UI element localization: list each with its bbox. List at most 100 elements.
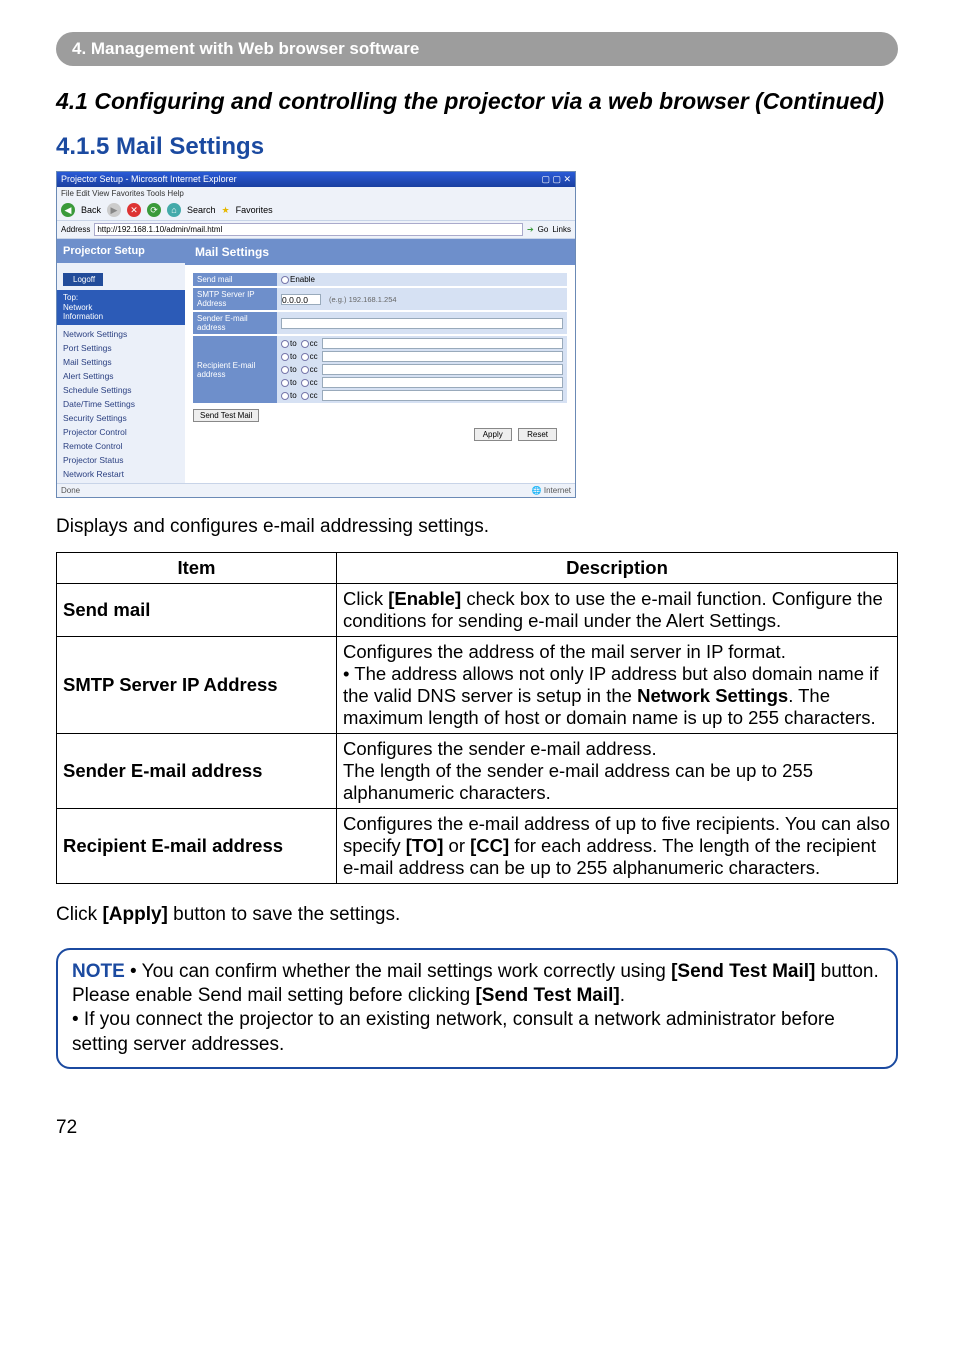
cc-label: cc: [310, 391, 318, 400]
ie-statusbar: Done 🌐 Internet: [57, 483, 575, 497]
sender-input[interactable]: [281, 318, 563, 329]
status-zone-label: Internet: [544, 486, 571, 495]
send-test-mail-button[interactable]: Send Test Mail: [193, 409, 259, 422]
sidebar-link[interactable]: Schedule Settings: [63, 385, 179, 395]
sidebar-link[interactable]: Remote Control: [63, 441, 179, 451]
th-description: Description: [337, 552, 898, 583]
ie-sidebar: Projector Setup Logoff Top: Network Info…: [57, 239, 185, 483]
row-desc: Click [Enable] check box to use the e-ma…: [337, 583, 898, 636]
to-radio[interactable]: to: [281, 391, 297, 400]
row-item: Recipient E-mail address: [57, 808, 337, 883]
recipient-input[interactable]: [322, 351, 563, 362]
to-radio[interactable]: to: [281, 365, 297, 374]
desc-text: Configures the sender e-mail address. Th…: [343, 738, 813, 803]
sidebar-link[interactable]: Port Settings: [63, 343, 179, 353]
sidebar-link[interactable]: Date/Time Settings: [63, 399, 179, 409]
apply-button[interactable]: Apply: [474, 428, 512, 441]
note-label: NOTE: [72, 961, 125, 982]
note-text: .: [620, 985, 625, 1006]
row-item: Send mail: [57, 583, 337, 636]
ie-window-controls: ▢ ▢ ✕: [541, 174, 571, 185]
to-label: to: [290, 352, 297, 361]
cc-radio[interactable]: cc: [301, 352, 318, 361]
note-bold: [Send Test Mail]: [671, 961, 815, 982]
to-label: to: [290, 339, 297, 348]
cc-radio[interactable]: cc: [301, 365, 318, 374]
to-radio[interactable]: to: [281, 352, 297, 361]
page-number: 72: [56, 1117, 898, 1139]
desc-text: Click: [343, 588, 388, 609]
forward-icon: ▶: [107, 203, 121, 217]
apply-bold: [Apply]: [102, 904, 167, 925]
address-field[interactable]: http://192.168.1.10/admin/mail.html: [94, 223, 523, 236]
label-smtp: SMTP Server IP Address: [193, 288, 277, 310]
back-icon[interactable]: ◀: [61, 203, 75, 217]
cc-radio[interactable]: cc: [301, 378, 318, 387]
favorites-icon[interactable]: ★: [222, 205, 230, 216]
home-icon[interactable]: ⌂: [167, 203, 181, 217]
stop-icon[interactable]: ✕: [127, 203, 141, 217]
sidebar-link[interactable]: Network Settings: [63, 329, 179, 339]
desc-bold: Network Settings: [637, 685, 788, 706]
enable-label: Enable: [290, 275, 315, 284]
sidebar-link[interactable]: Security Settings: [63, 413, 179, 423]
note-text: • You can confirm whether the mail setti…: [125, 961, 671, 982]
to-radio[interactable]: to: [281, 378, 297, 387]
topinfo-line3: Information: [63, 312, 179, 322]
addr-go-label: Go: [538, 225, 549, 234]
ie-main: Mail Settings Send mail Enable SMTP Serv…: [185, 239, 575, 483]
text: Click: [56, 904, 102, 925]
recipient-input[interactable]: [322, 377, 563, 388]
desc-bold: [CC]: [470, 835, 509, 856]
topinfo-line1: Top:: [63, 293, 179, 303]
sidebar-link[interactable]: Network Restart: [63, 469, 179, 479]
reset-button[interactable]: Reset: [518, 428, 557, 441]
ie-titlebar: Projector Setup - Microsoft Internet Exp…: [57, 172, 575, 187]
heading-continued: 4.1 Configuring and controlling the proj…: [56, 88, 898, 115]
note-bold: [Send Test Mail]: [475, 985, 619, 1006]
row-item: SMTP Server IP Address: [57, 636, 337, 733]
cc-label: cc: [310, 339, 318, 348]
main-title: Mail Settings: [185, 239, 575, 265]
sidebar-link[interactable]: Mail Settings: [63, 357, 179, 367]
recipient-input[interactable]: [322, 338, 563, 349]
sidebar-link[interactable]: Alert Settings: [63, 371, 179, 381]
toolbar-favorites-label[interactable]: Favorites: [236, 205, 273, 215]
toolbar-back-label: Back: [81, 205, 101, 215]
section-banner: 4. Management with Web browser software: [56, 32, 898, 66]
desc-bold: [TO]: [406, 835, 444, 856]
row-desc: Configures the e-mail address of up to f…: [337, 808, 898, 883]
cc-label: cc: [310, 365, 318, 374]
desc-text: or: [443, 835, 470, 856]
note-text: • If you connect the projector to an exi…: [72, 1009, 835, 1054]
logoff-button[interactable]: Logoff: [63, 273, 103, 286]
ie-menubar: File Edit View Favorites Tools Help: [57, 187, 575, 200]
ie-addressbar: Address http://192.168.1.10/admin/mail.h…: [57, 221, 575, 239]
cc-label: cc: [310, 352, 318, 361]
sidebar-topinfo: Top: Network Information: [57, 290, 185, 325]
sidebar-links: Network Settings Port Settings Mail Sett…: [57, 325, 185, 483]
cc-radio[interactable]: cc: [301, 391, 318, 400]
ie-window-title: Projector Setup - Microsoft Internet Exp…: [61, 174, 237, 185]
recipient-input[interactable]: [322, 390, 563, 401]
settings-table: Item Description Send mail Click [Enable…: [56, 552, 898, 884]
to-label: to: [290, 391, 297, 400]
th-item: Item: [57, 552, 337, 583]
cc-radio[interactable]: cc: [301, 339, 318, 348]
label-sendmail: Send mail: [193, 273, 277, 286]
addr-links-label[interactable]: Links: [552, 225, 571, 234]
enable-checkbox[interactable]: Enable: [281, 275, 315, 284]
sidebar-link[interactable]: Projector Status: [63, 455, 179, 465]
sidebar-title: Projector Setup: [57, 239, 185, 263]
text: button to save the settings.: [168, 904, 400, 925]
sidebar-link[interactable]: Projector Control: [63, 427, 179, 437]
refresh-icon[interactable]: ⟳: [147, 203, 161, 217]
row-item: Sender E-mail address: [57, 733, 337, 808]
label-recipient: Recipient E-mail address: [193, 336, 277, 403]
toolbar-search-label[interactable]: Search: [187, 205, 216, 215]
recipient-input[interactable]: [322, 364, 563, 375]
go-icon[interactable]: ➔: [527, 225, 534, 234]
to-radio[interactable]: to: [281, 339, 297, 348]
smtp-example: (e.g.) 192.168.1.254: [329, 295, 397, 304]
smtp-ip-input[interactable]: 0.0.0.0: [281, 294, 321, 305]
